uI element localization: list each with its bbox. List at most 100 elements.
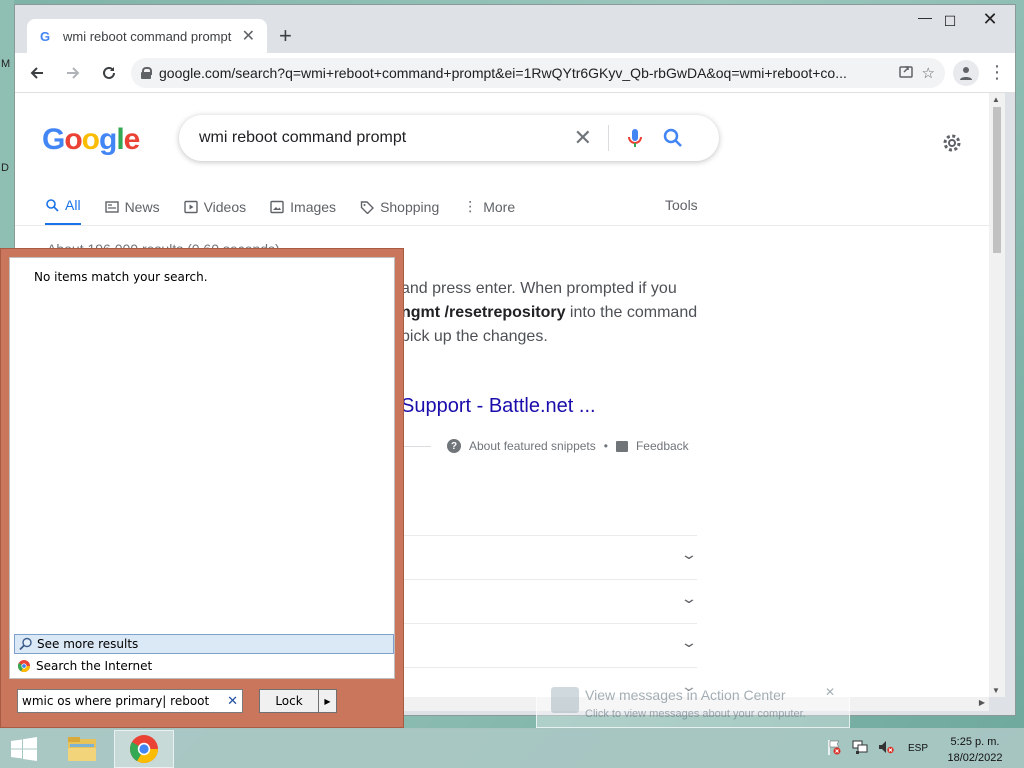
action-center-flag-icon[interactable] <box>826 739 842 755</box>
start-search-input[interactable]: wmic os where primary| reboot ✕ <box>17 689 243 713</box>
tab-label: Images <box>290 198 337 215</box>
settings-gear-icon[interactable] <box>940 131 964 155</box>
chevron-down-icon[interactable]: ⌄ <box>680 634 698 651</box>
start-menu-footer: wmic os where primary| reboot ✕ Lock ▶ <box>9 679 395 721</box>
image-icon <box>270 200 284 213</box>
people-also-ask-row[interactable]: ⌄ <box>401 579 698 623</box>
clock-date: 18/02/2022 <box>947 752 1003 764</box>
close-window-button[interactable]: ✕ <box>973 9 1007 30</box>
clear-search-icon[interactable]: ✕ <box>574 125 592 151</box>
chrome-icon <box>18 660 30 672</box>
search-icon <box>46 199 59 212</box>
scroll-up-icon[interactable]: ▲ <box>992 95 1000 104</box>
scroll-right-icon[interactable]: ▶ <box>979 698 985 707</box>
snippet-bold-text: ngmt /resetrepository <box>401 304 566 321</box>
url-text[interactable]: google.com/search?q=wmi+reboot+command+p… <box>159 65 890 81</box>
see-more-results-button[interactable]: See more results <box>14 634 394 654</box>
tab-label: All <box>65 197 81 213</box>
menu-kebab-icon[interactable]: ⋮ <box>987 62 1007 83</box>
close-icon[interactable]: ✕ <box>825 685 835 699</box>
tab-label: Videos <box>203 198 247 215</box>
bookmark-star-icon[interactable]: ☆ <box>922 64 935 82</box>
title-bar: G wmi reboot command prompt - ✕ + — ☐ ✕ <box>15 5 1015 53</box>
about-snippets-link[interactable]: About featured snippets <box>469 439 596 453</box>
tools-button[interactable]: Tools <box>665 197 698 213</box>
power-options-arrow-icon[interactable]: ▶ <box>318 690 336 712</box>
chevron-down-icon[interactable]: ⌄ <box>680 546 698 563</box>
share-icon[interactable] <box>898 63 914 83</box>
reload-button[interactable] <box>95 59 123 87</box>
browser-toolbar: google.com/search?q=wmi+reboot+command+p… <box>15 53 1015 93</box>
tab-close-icon[interactable]: ✕ <box>242 26 255 46</box>
more-vert-icon: ⋮ <box>463 198 478 214</box>
people-also-ask-row[interactable]: ⌄ <box>401 623 698 667</box>
snippet-line-1: and press enter. When prompted if you <box>401 280 677 297</box>
tab-videos[interactable]: Videos <box>183 193 247 226</box>
volume-muted-icon[interactable] <box>878 739 894 755</box>
lock-button[interactable]: Lock ▶ <box>259 689 337 713</box>
reload-icon <box>103 66 115 79</box>
tabs-divider <box>15 225 989 226</box>
feedback-link[interactable]: Feedback <box>636 439 689 453</box>
browser-tab[interactable]: G wmi reboot command prompt - ✕ <box>27 19 267 53</box>
featured-snippet-text: and press enter. When prompted if you ng… <box>401 277 711 349</box>
chevron-down-icon[interactable]: ⌄ <box>680 590 698 607</box>
search-internet-label: Search the Internet <box>36 659 153 673</box>
search-icon[interactable] <box>661 126 685 150</box>
search-box[interactable]: wmi reboot command prompt ✕ <box>179 115 719 161</box>
video-icon <box>183 200 198 213</box>
tab-news[interactable]: News <box>104 193 160 226</box>
see-more-label: See more results <box>37 637 139 651</box>
help-circle-icon[interactable]: ? <box>447 439 461 453</box>
forward-button[interactable] <box>59 59 87 87</box>
tab-label: Shopping <box>380 198 440 215</box>
start-search-text[interactable]: wmic os where primary| reboot <box>22 694 227 708</box>
microphone-icon[interactable] <box>623 126 647 150</box>
profile-avatar-icon[interactable] <box>953 59 979 86</box>
start-button[interactable] <box>10 737 38 761</box>
search-query-input[interactable]: wmi reboot command prompt <box>199 129 574 147</box>
lock-icon[interactable] <box>141 66 152 79</box>
feedback-icon[interactable] <box>615 440 628 452</box>
tab-title: wmi reboot command prompt - <box>63 28 232 44</box>
tab-images[interactable]: Images <box>270 193 336 226</box>
clock[interactable]: 5:25 p. m. 18/02/2022 <box>940 734 1010 766</box>
arrow-left-icon <box>30 66 43 79</box>
search-type-tabs: All News Videos Images Shopping ⋮ More <box>45 193 539 226</box>
news-icon <box>104 200 119 213</box>
tab-label: News <box>124 198 160 215</box>
language-indicator[interactable]: ESP <box>908 743 928 754</box>
maximize-button[interactable]: ☐ <box>933 13 967 30</box>
google-favicon-icon: G <box>39 29 53 43</box>
result-title-link[interactable]: Support - Battle.net ... <box>401 395 596 418</box>
desktop-icon-label[interactable]: D <box>1 162 9 174</box>
separator-dot: • <box>603 439 608 453</box>
taskbar-chrome[interactable] <box>114 730 174 768</box>
scroll-down-icon[interactable]: ▼ <box>992 686 1000 695</box>
notification-subtitle: Click to view messages about your comput… <box>585 708 806 720</box>
no-items-message: No items match your search. <box>34 270 208 284</box>
notification-title: View messages in Action Center <box>585 687 786 703</box>
footer-rule <box>401 445 431 447</box>
search-icon <box>19 637 32 651</box>
tab-all[interactable]: All <box>45 193 81 226</box>
network-icon[interactable] <box>852 739 868 755</box>
flag-icon <box>551 687 579 713</box>
tab-shopping[interactable]: Shopping <box>360 193 439 226</box>
lock-label[interactable]: Lock <box>260 690 318 712</box>
taskbar-file-explorer[interactable] <box>52 730 112 768</box>
scroll-thumb[interactable] <box>993 107 1001 253</box>
vertical-scrollbar[interactable]: ▲ ▼ <box>989 93 1005 697</box>
new-tab-button[interactable]: + <box>279 25 292 47</box>
tab-more[interactable]: ⋮ More <box>463 193 515 226</box>
people-also-ask-row[interactable]: ⌄ <box>401 535 698 579</box>
google-logo[interactable]: Google <box>42 123 140 157</box>
search-internet-button[interactable]: Search the Internet <box>14 656 394 676</box>
clear-search-icon[interactable]: ✕ <box>227 694 238 709</box>
folder-icon <box>68 737 96 761</box>
desktop-icon-label[interactable]: M <box>1 58 10 70</box>
action-center-notification[interactable]: View messages in Action Center Click to … <box>536 676 850 728</box>
back-button[interactable] <box>23 59 51 87</box>
address-bar[interactable]: google.com/search?q=wmi+reboot+command+p… <box>131 57 945 88</box>
search-divider <box>608 125 609 151</box>
